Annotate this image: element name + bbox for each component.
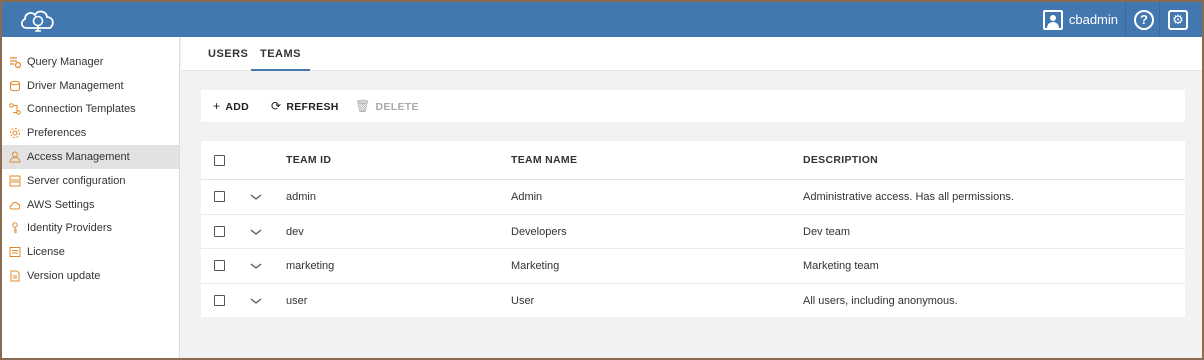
add-label: ADD	[225, 101, 249, 113]
team-id-cell: admin	[286, 191, 316, 203]
table-row[interactable]: admin Admin Administrative access. Has all…	[201, 180, 1185, 215]
sidebar-item-label: Preferences	[27, 127, 87, 140]
description-cell: Dev team	[803, 225, 851, 238]
table-row[interactable]: dev Developers Dev team	[201, 215, 1185, 249]
query-manager-icon	[9, 56, 21, 68]
column-header-description[interactable]: DESCRIPTION	[803, 141, 878, 180]
team-id-cell: marketing	[286, 260, 335, 272]
description-cell: Marketing team	[803, 260, 879, 272]
sidebar-item-label: Version update	[27, 270, 101, 283]
settings-icon[interactable]: ⚙	[1168, 10, 1188, 30]
help-icon[interactable]: ?	[1134, 10, 1154, 30]
row-checkbox[interactable]	[214, 191, 225, 202]
user-menu[interactable]: cbadmin	[1042, 2, 1118, 37]
sidebar-item-identity-providers[interactable]: Identity Providers	[2, 217, 179, 241]
chevron-down-icon[interactable]	[250, 260, 262, 272]
sidebar-item-label: Identity Providers	[27, 222, 112, 235]
sidebar-item-label: Server configuration	[27, 174, 126, 187]
add-button[interactable]: + ADD	[213, 90, 249, 122]
tab-users[interactable]: USERS	[208, 37, 248, 71]
team-name-cell: Admin	[511, 191, 543, 203]
sidebar-item-driver-management[interactable]: Driver Management	[2, 74, 179, 98]
sidebar-item-label: Connection Templates	[27, 103, 136, 116]
server-icon	[9, 175, 21, 187]
sidebar-item-version-update[interactable]: Version update	[2, 264, 179, 288]
delete-label: DELETE	[375, 101, 419, 113]
select-all-checkbox[interactable]	[214, 155, 225, 166]
chevron-down-icon[interactable]	[250, 226, 262, 238]
app-window: cbadmin ? ⚙ Query Manager Driver Manageme…	[0, 0, 1204, 360]
sidebar-item-label: AWS Settings	[27, 198, 95, 211]
table-row[interactable]: user User All users, including anonymous.	[201, 284, 1185, 319]
sidebar-item-access-management[interactable]: Access Management	[2, 145, 179, 169]
tab-bar: USERS TEAMS	[181, 37, 1202, 71]
sidebar-item-aws-settings[interactable]: AWS Settings	[2, 193, 179, 217]
column-header-team-name[interactable]: TEAM NAME	[511, 141, 577, 180]
refresh-icon: ⟳	[271, 99, 282, 113]
chevron-down-icon[interactable]	[250, 295, 262, 307]
top-bar: cbadmin ? ⚙	[2, 2, 1202, 37]
sidebar-item-label: Access Management	[27, 151, 130, 164]
plus-icon: +	[213, 99, 221, 113]
refresh-button[interactable]: ⟳ REFRESH	[271, 90, 339, 122]
database-icon	[9, 80, 21, 92]
logo-icon[interactable]	[18, 6, 58, 34]
user-icon	[9, 151, 21, 163]
sidebar-item-license[interactable]: License	[2, 240, 179, 264]
delete-button[interactable]: 🗑 DELETE	[355, 90, 419, 122]
teams-table: TEAM ID TEAM NAME DESCRIPTION admin Admin…	[201, 141, 1185, 317]
sidebar-item-preferences[interactable]: Preferences	[2, 121, 179, 145]
description-cell: All users, including anonymous.	[803, 294, 958, 307]
sidebar: Query Manager Driver Management Connection…	[2, 37, 180, 358]
divider	[1159, 2, 1160, 37]
gear-icon	[9, 127, 21, 139]
document-icon	[9, 270, 21, 282]
user-name: cbadmin	[1068, 12, 1118, 27]
table-row[interactable]: marketing Marketing Marketing team	[201, 249, 1185, 284]
license-icon	[9, 246, 21, 258]
sidebar-item-label: Driver Management	[27, 79, 124, 92]
row-checkbox[interactable]	[214, 225, 225, 237]
sidebar-item-query-manager[interactable]: Query Manager	[2, 50, 179, 74]
sidebar-item-label: License	[27, 246, 65, 259]
sidebar-item-label: Query Manager	[27, 55, 104, 68]
refresh-label: REFRESH	[286, 101, 339, 113]
row-checkbox[interactable]	[214, 260, 225, 271]
sidebar-item-server-configuration[interactable]: Server configuration	[2, 169, 179, 193]
key-icon	[9, 222, 21, 234]
column-header-team-id[interactable]: TEAM ID	[286, 141, 331, 180]
team-id-cell: dev	[286, 225, 304, 238]
cloud-icon	[9, 199, 21, 211]
team-name-cell: Developers	[511, 225, 567, 238]
row-checkbox[interactable]	[214, 294, 225, 306]
team-name-cell: User	[511, 294, 535, 307]
table-header: TEAM ID TEAM NAME DESCRIPTION	[201, 141, 1185, 180]
tab-teams[interactable]: TEAMS	[251, 37, 310, 71]
toolbar: + ADD ⟳ REFRESH 🗑 DELETE	[201, 90, 1185, 122]
avatar-icon	[1042, 9, 1063, 30]
divider	[1125, 2, 1126, 37]
sidebar-item-connection-templates[interactable]: Connection Templates	[2, 98, 179, 122]
connection-icon	[9, 103, 21, 116]
trash-icon: 🗑	[355, 99, 371, 113]
chevron-down-icon[interactable]	[250, 191, 262, 203]
team-id-cell: user	[286, 294, 308, 307]
team-name-cell: Marketing	[511, 260, 560, 272]
description-cell: Administrative access. Has all permissio…	[803, 191, 1014, 203]
